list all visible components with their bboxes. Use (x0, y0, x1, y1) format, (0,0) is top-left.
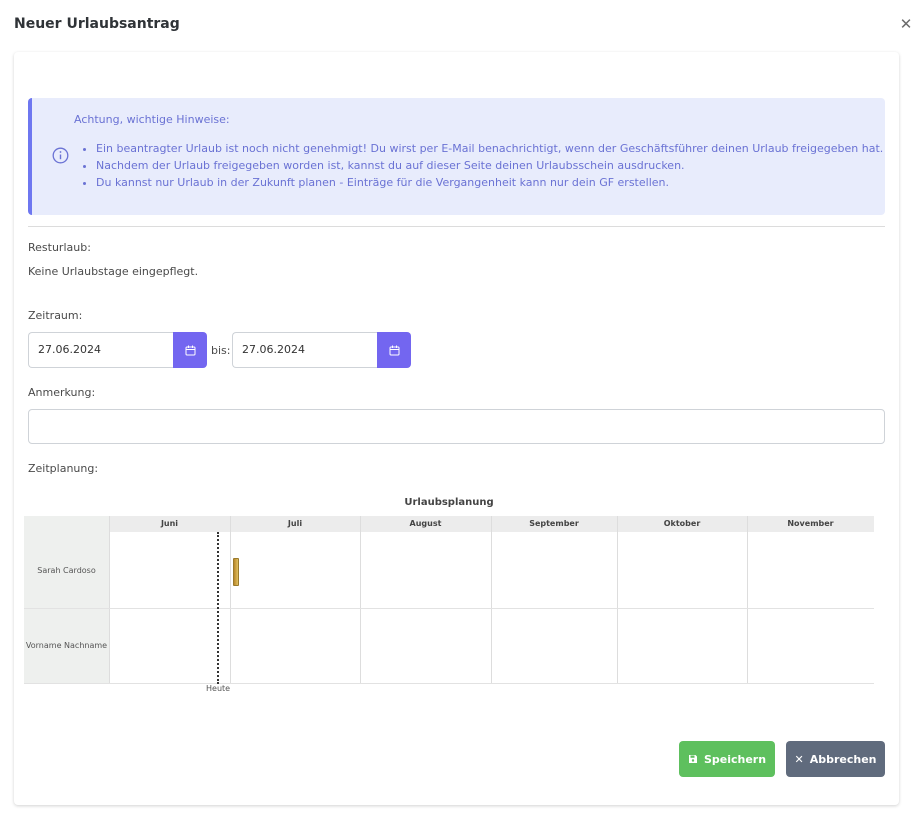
zeitraum-label: Zeitraum: (28, 309, 83, 322)
alert-item: Nachdem der Urlaub freigegeben worden is… (96, 157, 883, 174)
vacation-bar[interactable] (233, 558, 239, 586)
month-label: Juli (287, 519, 303, 528)
month-divider (109, 516, 110, 684)
calendar-icon (389, 345, 399, 355)
month-divider (230, 516, 231, 684)
zeitplanung-label: Zeitplanung: (28, 462, 99, 475)
calendar-from-button[interactable] (173, 332, 207, 368)
save-button[interactable]: Speichern (679, 741, 775, 777)
alert-list: Ein beantragter Urlaub ist noch nicht ge… (82, 140, 883, 191)
divider (28, 226, 885, 227)
month-label: November (787, 519, 834, 528)
month-divider (491, 516, 492, 684)
close-icon[interactable]: ✕ (898, 15, 914, 33)
save-button-label: Speichern (703, 752, 767, 766)
row-divider (24, 608, 874, 609)
month-label: Juni (160, 519, 179, 528)
anmerkung-input[interactable] (28, 409, 885, 444)
calendar-to-button[interactable] (377, 332, 411, 368)
today-marker (217, 532, 219, 684)
close-icon: ✕ (794, 752, 804, 766)
calendar-icon (185, 345, 195, 355)
row-label-column (24, 516, 109, 684)
date-from-group: 27.06.2024 (28, 332, 207, 368)
alert-heading: Achtung, wichtige Hinweise: (74, 113, 230, 126)
month-divider (360, 516, 361, 684)
bis-label: bis: (211, 344, 231, 357)
row-divider (24, 683, 874, 684)
date-to-input[interactable]: 27.06.2024 (232, 332, 377, 368)
alert-item: Ein beantragter Urlaub ist noch nicht ge… (96, 140, 883, 157)
month-divider (617, 516, 618, 684)
info-icon (52, 147, 69, 164)
resturlaub-label: Resturlaub: (28, 241, 91, 254)
timeline-title: Urlaubsplanung (404, 497, 494, 508)
timeline-chart: Juni Juli August September Oktober Novem… (24, 516, 874, 693)
date-to-group: 27.06.2024 (232, 332, 411, 368)
alert-item: Du kannst nur Urlaub in der Zukunft plan… (96, 174, 883, 191)
date-from-input[interactable]: 27.06.2024 (28, 332, 173, 368)
anmerkung-label: Anmerkung: (28, 386, 96, 399)
month-label: September (529, 519, 579, 528)
row-label: Sarah Cardoso (37, 566, 96, 575)
month-label: August (409, 519, 442, 528)
cancel-button[interactable]: ✕ Abbrechen (786, 741, 885, 777)
resturlaub-value: Keine Urlaubstage eingepflegt. (28, 265, 199, 278)
row-label: Vorname Nachname (25, 641, 108, 650)
info-alert: Achtung, wichtige Hinweise: Ein beantrag… (28, 98, 885, 215)
modal-title: Neuer Urlaubsantrag (14, 16, 180, 32)
month-label: Oktober (663, 519, 701, 528)
cancel-button-label: Abbrechen (809, 752, 877, 766)
month-divider (747, 516, 748, 684)
today-label: Heute (206, 684, 231, 693)
save-icon (688, 755, 697, 763)
